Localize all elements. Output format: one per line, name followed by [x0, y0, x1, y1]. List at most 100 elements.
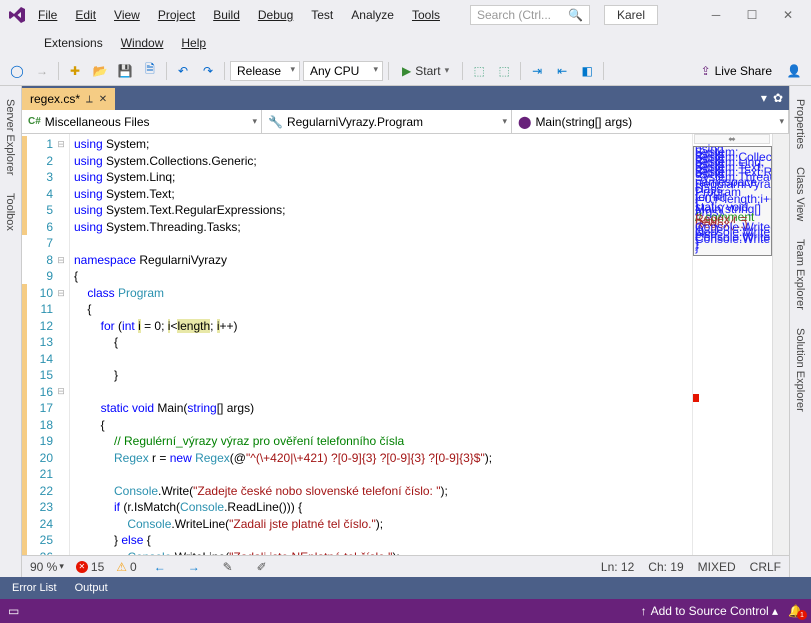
output-tab[interactable]: Output — [67, 579, 116, 597]
menu-build[interactable]: Build — [205, 4, 248, 26]
fold-icon[interactable]: ⊟ — [55, 285, 67, 302]
solution-explorer-tab[interactable]: Solution Explorer — [790, 319, 811, 421]
tab-close-icon[interactable]: ✕ — [99, 94, 107, 105]
statusbar: ▭ ↑Add to Source Control ▴ 🔔 1 — [0, 599, 811, 623]
properties-tab[interactable]: Properties — [790, 90, 811, 158]
line-indicator[interactable]: Ln: 12 — [601, 560, 634, 574]
code-container: 1234567891011121314151617181920212223242… — [22, 134, 789, 555]
window-controls: ─ ☐ ✕ — [699, 3, 805, 27]
close-button[interactable]: ✕ — [771, 3, 805, 27]
vs-logo-icon — [6, 4, 28, 26]
main-area: Server Explorer Toolbox regex.cs* ⟂ ✕ ▾ … — [0, 86, 811, 577]
fold-icon[interactable]: ⊟ — [55, 383, 67, 400]
menu-help[interactable]: Help — [173, 32, 214, 54]
menu-edit[interactable]: Edit — [67, 4, 104, 26]
team-explorer-tab[interactable]: Team Explorer — [790, 230, 811, 319]
account-icon[interactable]: 👤 — [783, 60, 805, 82]
undo-button[interactable]: ↶ — [172, 60, 194, 82]
minimize-button[interactable]: ─ — [699, 3, 733, 27]
menu-tools[interactable]: Tools — [404, 4, 448, 26]
menu-analyze[interactable]: Analyze — [343, 4, 402, 26]
menu-extensions[interactable]: Extensions — [36, 32, 111, 54]
class-icon: 🔧 — [268, 115, 283, 129]
brush2-icon[interactable]: ✐ — [251, 556, 273, 578]
error-icon: ✕ — [76, 561, 88, 573]
menu-view[interactable]: View — [106, 4, 148, 26]
tb-icon-3[interactable]: ⇥ — [526, 60, 548, 82]
menu-file[interactable]: File — [30, 4, 65, 26]
eol-mode[interactable]: CRLF — [750, 560, 781, 574]
back-button[interactable]: ◯ — [6, 60, 28, 82]
menu-test[interactable]: Test — [303, 4, 341, 26]
fold-icon[interactable]: ⊟ — [55, 252, 67, 269]
nav-next-icon[interactable]: → — [183, 556, 205, 578]
tb-icon-4[interactable]: ⇤ — [551, 60, 573, 82]
platform-combo[interactable]: Any CPU — [303, 61, 383, 81]
notification-badge: 1 — [797, 610, 807, 620]
new-project-button[interactable]: ✚ — [64, 60, 86, 82]
method-icon: ⬤ — [518, 115, 531, 129]
nav-scope[interactable]: C# Miscellaneous Files — [22, 110, 262, 133]
save-button[interactable]: 💾 — [114, 60, 136, 82]
play-icon: ▶ — [402, 64, 411, 78]
split-handle[interactable]: ⬌ — [694, 134, 770, 144]
line-number-gutter: 1234567891011121314151617181920212223242… — [22, 134, 70, 555]
liveshare-icon: ⇪ — [701, 64, 711, 78]
nav-prev-icon[interactable]: ← — [149, 556, 171, 578]
source-control-button[interactable]: ↑Add to Source Control ▴ — [641, 604, 778, 618]
vertical-scrollbar[interactable] — [772, 134, 789, 555]
col-indicator[interactable]: Ch: 19 — [648, 560, 683, 574]
tb-icon-5[interactable]: ◧ — [576, 60, 598, 82]
csharp-icon: C# — [28, 116, 41, 127]
liveshare-button[interactable]: ⇪ Live Share — [693, 62, 780, 80]
search-label: Search (Ctrl... — [477, 8, 551, 22]
tb-icon-1[interactable]: ⬚ — [468, 60, 490, 82]
toolbox-tab[interactable]: Toolbox — [0, 184, 21, 240]
config-combo[interactable]: Release — [230, 61, 300, 81]
open-button[interactable]: 📂 — [89, 60, 111, 82]
tab-filename: regex.cs* — [30, 92, 80, 106]
status-rect-icon: ▭ — [8, 604, 19, 618]
warning-count[interactable]: ⚠0 — [116, 560, 136, 574]
pin-icon[interactable]: ⟂ — [86, 94, 93, 105]
redo-button[interactable]: ↷ — [197, 60, 219, 82]
menu-project[interactable]: Project — [150, 4, 203, 26]
minimap-viewport[interactable] — [693, 146, 772, 256]
error-count[interactable]: ✕15 — [76, 560, 104, 574]
menubar-2: Extensions Window Help — [0, 30, 811, 56]
search-input[interactable]: Search (Ctrl... 🔍 — [470, 5, 590, 25]
titlebar: File Edit View Project Build Debug Test … — [0, 0, 811, 30]
nav-bar: C# Miscellaneous Files 🔧 RegularniVyrazy… — [22, 110, 789, 134]
tab-dropdown-icon[interactable]: ▾ — [761, 91, 767, 105]
tb-icon-2[interactable]: ⬚ — [493, 60, 515, 82]
right-rail: Properties Class View Team Explorer Solu… — [789, 86, 811, 577]
server-explorer-tab[interactable]: Server Explorer — [0, 90, 21, 184]
class-view-tab[interactable]: Class View — [790, 158, 811, 230]
toolbar: ◯ → ✚ 📂 💾 🗎 ↶ ↷ Release Any CPU ▶ Start … — [0, 56, 811, 86]
maximize-button[interactable]: ☐ — [735, 3, 769, 27]
start-button[interactable]: ▶ Start ▾ — [394, 62, 457, 80]
user-badge[interactable]: Karel — [604, 5, 658, 25]
tab-settings-icon[interactable]: ✿ — [773, 91, 783, 105]
notifications-button[interactable]: 🔔 1 — [788, 604, 803, 618]
code-editor[interactable]: using System;using System.Collections.Ge… — [70, 134, 692, 555]
editor-zone: regex.cs* ⟂ ✕ ▾ ✿ C# Miscellaneous Files… — [22, 86, 789, 577]
zoom-combo[interactable]: 90 %▾ — [30, 560, 64, 574]
nav-member[interactable]: ⬤ Main(string[] args) — [512, 110, 789, 133]
nav-class[interactable]: 🔧 RegularniVyrazy.Program — [262, 110, 512, 133]
left-rail: Server Explorer Toolbox — [0, 86, 22, 577]
minimap[interactable]: ⬌ using System;using System.Collections.… — [692, 134, 772, 555]
search-icon: 🔍 — [568, 8, 583, 22]
save-all-button[interactable]: 🗎 — [139, 60, 161, 82]
error-list-tab[interactable]: Error List — [4, 579, 65, 597]
tabs-mode[interactable]: MIXED — [698, 560, 736, 574]
document-tabs: regex.cs* ⟂ ✕ ▾ ✿ — [22, 86, 789, 110]
forward-button[interactable]: → — [31, 60, 53, 82]
file-tab-regex[interactable]: regex.cs* ⟂ ✕ — [22, 88, 115, 110]
fold-icon[interactable]: ⊟ — [55, 136, 67, 153]
editor-statusbar: 90 %▾ ✕15 ⚠0 ← → ✎ ✐ Ln: 12 Ch: 19 MIXED… — [22, 555, 789, 577]
menu-window[interactable]: Window — [113, 32, 172, 54]
warning-icon: ⚠ — [116, 560, 127, 574]
brush-icon[interactable]: ✎ — [217, 556, 239, 578]
menu-debug[interactable]: Debug — [250, 4, 301, 26]
